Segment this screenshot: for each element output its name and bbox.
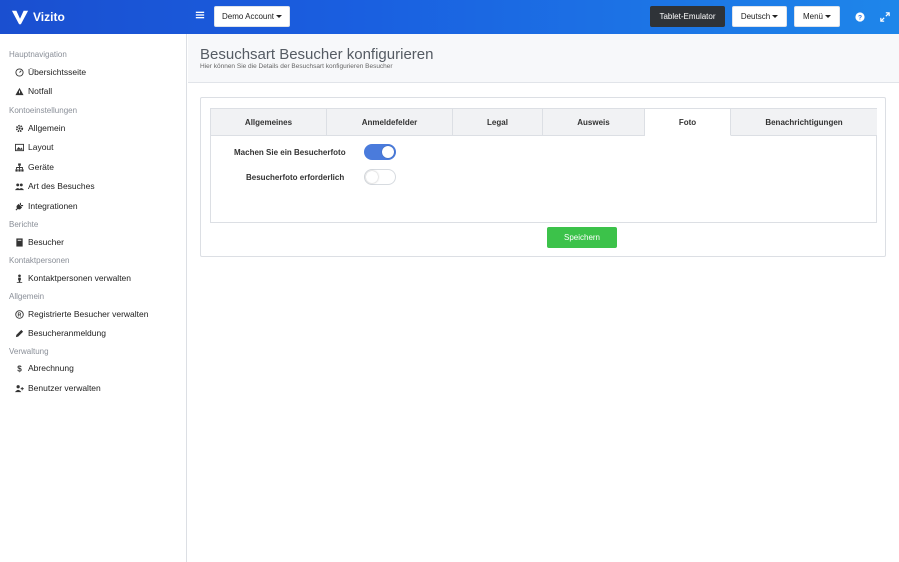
tab-registration-fields[interactable]: Anmeldefelder <box>327 109 453 136</box>
sidebar-section-title: Verwaltung <box>9 347 49 356</box>
tab-legal[interactable]: Legal <box>453 109 543 136</box>
sidebar-item-devices[interactable]: Geräte <box>14 160 54 174</box>
sidebar-item-label: Benutzer verwalten <box>28 383 101 393</box>
person-icon <box>14 273 24 283</box>
tab-notifications[interactable]: Benachrichtigungen <box>731 109 877 136</box>
toggle-knob <box>366 171 378 183</box>
sidebar-section-title: Allgemein <box>9 292 45 301</box>
tab-general[interactable]: Allgemeines <box>211 109 327 136</box>
sidebar-item-label: Art des Besuches <box>28 181 95 191</box>
account-label: Demo Account <box>221 12 275 21</box>
tab-label: Benachrichtigungen <box>765 117 843 127</box>
dashboard-icon <box>14 67 24 77</box>
sidebar-item-label: Besucheranmeldung <box>28 328 106 338</box>
tab-label: Anmeldefelder <box>361 117 418 127</box>
save-button-label: Speichern <box>563 233 601 242</box>
gear-icon <box>14 123 24 133</box>
tab-photo[interactable]: Foto <box>645 109 731 136</box>
sidebar-item-integrations[interactable]: Integrationen <box>14 199 78 213</box>
sidebar-item-visit-type[interactable]: Art des Besuches <box>14 179 95 193</box>
svg-text:?: ? <box>858 15 862 22</box>
plug-icon <box>14 201 24 211</box>
svg-text:$: $ <box>17 364 22 372</box>
brand-name: Vizito <box>33 10 65 24</box>
sidebar-item-label: Übersichtsseite <box>28 67 87 77</box>
take-photo-toggle[interactable] <box>364 144 396 160</box>
tabs-panel: Allgemeines Anmeldefelder Legal Ausweis … <box>210 108 877 223</box>
top-bar: Vizito Demo Account Tablet-Emulator Deut… <box>0 0 899 34</box>
sidebar-section-title: Hauptnavigation <box>9 50 67 59</box>
user-plus-icon <box>14 383 24 393</box>
users-icon <box>14 181 24 191</box>
image-icon <box>14 142 24 152</box>
sidebar-item-label: Kontaktpersonen verwalten <box>28 273 132 283</box>
settings-card: Allgemeines Anmeldefelder Legal Ausweis … <box>200 97 886 257</box>
chevron-down-icon <box>825 15 831 18</box>
language-label: Deutsch <box>740 12 771 21</box>
menu-dropdown-button[interactable]: Menü <box>794 6 840 27</box>
registered-icon: R <box>14 309 24 319</box>
take-photo-label: Machen Sie ein Besucherfoto <box>234 148 346 157</box>
sidebar-item-registered-visitors[interactable]: R Registrierte Besucher verwalten <box>14 307 148 321</box>
sidebar-item-label: Besucher <box>28 237 64 247</box>
sidebar-item-emergency[interactable]: Notfall <box>14 84 52 98</box>
tab-badge[interactable]: Ausweis <box>543 109 645 136</box>
sidebar-item-label: Abrechnung <box>28 363 74 373</box>
menu-label: Menü <box>802 12 823 21</box>
tab-label: Foto <box>678 117 697 127</box>
sidebar-item-overview[interactable]: Übersichtsseite <box>14 65 86 79</box>
brand-logo[interactable]: Vizito <box>11 8 65 26</box>
vizito-logo-icon <box>11 10 29 25</box>
sidebar-item-label: Geräte <box>28 162 54 172</box>
page-header: Besuchsart Besucher konfigurieren Hier k… <box>188 34 899 83</box>
sidebar-section-title: Kontoeinstellungen <box>9 106 78 115</box>
help-icon[interactable]: ? <box>854 11 866 23</box>
photo-required-label: Besucherfoto erforderlich <box>246 173 345 182</box>
book-icon <box>14 237 24 247</box>
sidebar-item-label: Notfall <box>28 86 53 96</box>
pencil-icon <box>14 328 24 338</box>
tablet-emulator-label: Tablet-Emulator <box>659 12 716 21</box>
tab-label: Ausweis <box>577 117 610 127</box>
photo-required-toggle[interactable] <box>364 169 396 185</box>
chevron-down-icon <box>276 15 283 18</box>
warning-icon <box>14 86 24 96</box>
sidebar-item-label: Integrationen <box>28 201 78 211</box>
sidebar-item-visitors[interactable]: Besucher <box>14 235 64 249</box>
account-dropdown-button[interactable]: Demo Account <box>214 6 290 27</box>
page-title: Besuchsart Besucher konfigurieren <box>200 46 434 63</box>
sidebar-item-label: Registrierte Besucher verwalten <box>28 309 149 319</box>
page-subtitle: Hier können Sie die Details der Besuchsa… <box>200 63 393 70</box>
hamburger-menu-icon[interactable] <box>193 9 207 23</box>
sidebar-section-title: Berichte <box>9 220 39 229</box>
sidebar-item-layout[interactable]: Layout <box>14 140 54 154</box>
language-dropdown-button[interactable]: Deutsch <box>732 6 787 27</box>
sidebar-item-contacts[interactable]: Kontaktpersonen verwalten <box>14 271 131 285</box>
chevron-down-icon <box>772 15 779 18</box>
sidebar-section-title: Kontaktpersonen <box>9 256 70 265</box>
save-button[interactable]: Speichern <box>547 227 617 248</box>
tab-label: Legal <box>487 117 508 127</box>
sidebar-item-label: Allgemein <box>28 123 66 133</box>
dollar-icon: $ <box>14 363 24 373</box>
svg-text:R: R <box>17 312 21 318</box>
sidebar-item-visitor-registration[interactable]: Besucheranmeldung <box>14 326 106 340</box>
tab-label: Allgemeines <box>244 117 293 127</box>
sidebar-item-billing[interactable]: $ Abrechnung <box>14 361 74 375</box>
sidebar-item-manage-users[interactable]: Benutzer verwalten <box>14 381 101 395</box>
sidebar-item-general[interactable]: Allgemein <box>14 121 65 135</box>
fullscreen-icon[interactable] <box>879 11 891 23</box>
sidebar-item-label: Layout <box>28 142 54 152</box>
sitemap-icon <box>14 162 24 172</box>
toggle-knob <box>382 146 394 158</box>
sidebar: Hauptnavigation Übersichtsseite Notfall … <box>0 34 187 562</box>
tablet-emulator-button[interactable]: Tablet-Emulator <box>650 6 725 27</box>
